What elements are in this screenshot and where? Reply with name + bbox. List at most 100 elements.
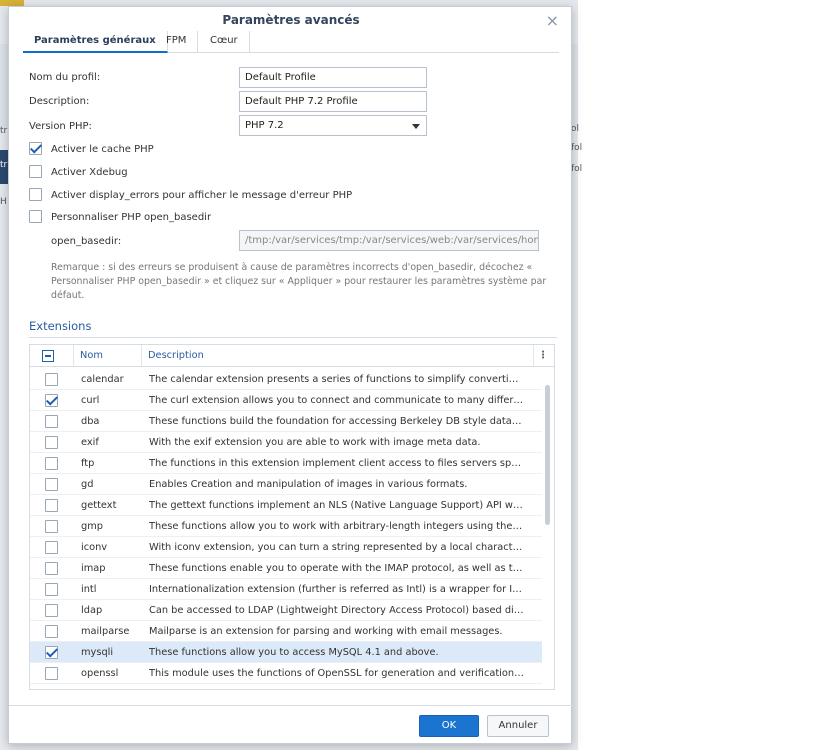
background-text-fragment: fol bbox=[571, 143, 583, 153]
extension-name: mailparse bbox=[81, 626, 130, 637]
table-row[interactable]: ftp The functions in this extension imple… bbox=[30, 453, 542, 474]
table-row[interactable]: openssl This module uses the functions of… bbox=[30, 663, 542, 684]
extensions-grid: Nom Description ⋮ calendar The calendar e… bbox=[29, 344, 555, 690]
open-basedir-remark: Remarque : si des erreurs se produisent … bbox=[51, 262, 547, 301]
extensions-heading: Extensions bbox=[29, 319, 92, 333]
extension-description: These functions allow you to work with a… bbox=[149, 521, 524, 532]
extension-checkbox[interactable] bbox=[45, 541, 58, 554]
grid-scrollbar[interactable] bbox=[545, 385, 550, 525]
open-basedir-custom-checkbox[interactable] bbox=[29, 210, 42, 223]
description-label: Description: bbox=[29, 96, 90, 107]
table-row[interactable]: exif With the exif extension you are able… bbox=[30, 432, 542, 453]
extension-description: This module uses the functions of OpenSS… bbox=[149, 668, 524, 679]
php-version-value: PHP 7.2 bbox=[245, 120, 284, 131]
table-row[interactable]: intl Internationalization extension (furt… bbox=[30, 579, 542, 600]
table-row[interactable]: ldap Can be accessed to LDAP (Lightweight… bbox=[30, 600, 542, 621]
extension-description: These functions build the foundation for… bbox=[149, 416, 524, 427]
extension-name: iconv bbox=[81, 542, 108, 553]
extension-name: curl bbox=[81, 395, 100, 406]
extension-checkbox[interactable] bbox=[45, 478, 58, 491]
extension-name: intl bbox=[81, 584, 97, 595]
extension-description: The gettext functions implement an NLS (… bbox=[149, 500, 524, 511]
extension-name: openssl bbox=[81, 668, 119, 679]
extensions-divider bbox=[29, 337, 557, 338]
extension-checkbox[interactable] bbox=[45, 373, 58, 386]
extension-name: ftp bbox=[81, 458, 95, 469]
column-header-name[interactable]: Nom bbox=[74, 345, 142, 367]
extension-name: ldap bbox=[81, 605, 103, 616]
extension-checkbox[interactable] bbox=[45, 415, 58, 428]
background-text-fragment: H bbox=[0, 197, 7, 207]
table-row[interactable]: imap These functions enable you to operat… bbox=[30, 558, 542, 579]
table-row[interactable]: mysqli These functions allow you to acces… bbox=[30, 642, 542, 663]
background-text-fragment: fol bbox=[571, 164, 583, 174]
extension-checkbox[interactable] bbox=[45, 499, 58, 512]
extension-name: gmp bbox=[81, 521, 103, 532]
chevron-down-icon bbox=[412, 124, 420, 129]
extension-checkbox[interactable] bbox=[45, 583, 58, 596]
column-header-description[interactable]: Description bbox=[142, 345, 534, 367]
extension-description: The calendar extension presents a series… bbox=[149, 374, 524, 385]
display-errors-label: Activer display_errors pour afficher le … bbox=[51, 190, 353, 201]
table-row[interactable]: calendar The calendar extension presents … bbox=[30, 369, 542, 390]
extension-checkbox[interactable] bbox=[45, 394, 58, 407]
profile-name-label: Nom du profil: bbox=[29, 72, 101, 83]
tab-core[interactable]: Cœur bbox=[199, 31, 250, 53]
extension-description: Mailparse is an extension for parsing an… bbox=[149, 626, 503, 637]
php-version-select[interactable]: PHP 7.2 bbox=[239, 115, 427, 136]
tab-fpm[interactable]: FPM bbox=[155, 31, 199, 53]
grid-header: Nom Description ⋮ bbox=[30, 345, 554, 367]
display-errors-checkbox[interactable] bbox=[29, 188, 42, 201]
php-version-label: Version PHP: bbox=[29, 121, 92, 132]
extension-checkbox[interactable] bbox=[45, 562, 58, 575]
table-row[interactable]: gmp These functions allow you to work wit… bbox=[30, 516, 542, 537]
table-row[interactable]: gd Enables Creation and manipulation of i… bbox=[30, 474, 542, 495]
extension-description: The functions in this extension implemen… bbox=[149, 458, 524, 469]
extension-description: These functions enable you to operate wi… bbox=[149, 563, 524, 574]
open-basedir-label: open_basedir: bbox=[51, 236, 122, 247]
table-row[interactable]: mailparse Mailparse is an extension for p… bbox=[30, 621, 542, 642]
table-row[interactable]: gettext The gettext functions implement a… bbox=[30, 495, 542, 516]
extension-name: imap bbox=[81, 563, 106, 574]
extension-description: With iconv extension, you can turn a str… bbox=[149, 542, 524, 553]
open-basedir-custom-label: Personnaliser PHP open_basedir bbox=[51, 212, 212, 223]
extension-checkbox[interactable] bbox=[45, 604, 58, 617]
column-menu-icon[interactable]: ⋮ bbox=[538, 345, 548, 367]
extension-description: The curl extension allows you to connect… bbox=[149, 395, 524, 406]
select-all-checkbox[interactable] bbox=[42, 350, 54, 362]
tab-general-settings[interactable]: Paramètres généraux bbox=[23, 31, 168, 53]
extension-checkbox[interactable] bbox=[45, 625, 58, 638]
extension-checkbox[interactable] bbox=[45, 667, 58, 680]
xdebug-checkbox[interactable] bbox=[29, 165, 42, 178]
extension-checkbox[interactable] bbox=[45, 646, 58, 659]
grid-body: calendar The calendar extension presents … bbox=[30, 369, 542, 684]
description-field[interactable]: Default PHP 7.2 Profile bbox=[239, 91, 427, 112]
select-all-cell bbox=[30, 345, 74, 367]
extension-description: Can be accessed to LDAP (Lightweight Dir… bbox=[149, 605, 524, 616]
extension-checkbox[interactable] bbox=[45, 520, 58, 533]
background-text-fragment: ol bbox=[571, 124, 580, 134]
xdebug-label: Activer Xdebug bbox=[51, 167, 128, 178]
table-row[interactable]: iconv With iconv extension, you can turn … bbox=[30, 537, 542, 558]
close-icon[interactable]: × bbox=[546, 11, 559, 30]
table-row[interactable]: curl The curl extension allows you to con… bbox=[30, 390, 542, 411]
extension-name: mysqli bbox=[81, 647, 114, 658]
profile-name-field[interactable]: Default Profile bbox=[239, 67, 427, 88]
footer-divider bbox=[9, 705, 573, 706]
extension-name: exif bbox=[81, 437, 99, 448]
cancel-button[interactable]: Annuler bbox=[487, 715, 549, 737]
ok-button[interactable]: OK bbox=[419, 715, 479, 737]
extension-name: gd bbox=[81, 479, 94, 490]
tab-bar: Paramètres généraux FPM Cœur bbox=[23, 31, 559, 53]
extension-name: gettext bbox=[81, 500, 117, 511]
extension-description: These functions allow you to access MySQ… bbox=[149, 647, 439, 658]
extension-checkbox[interactable] bbox=[45, 457, 58, 470]
open-basedir-field: /tmp:/var/services/tmp:/var/services/web… bbox=[239, 230, 539, 251]
extension-description: Internationalization extension (further … bbox=[149, 584, 524, 595]
php-cache-checkbox[interactable] bbox=[29, 142, 42, 155]
extension-description: Enables Creation and manipulation of ima… bbox=[149, 479, 468, 490]
extension-checkbox[interactable] bbox=[45, 436, 58, 449]
table-row[interactable]: dba These functions build the foundation … bbox=[30, 411, 542, 432]
extension-name: calendar bbox=[81, 374, 124, 385]
background-text-fragment: tr bbox=[0, 126, 8, 136]
